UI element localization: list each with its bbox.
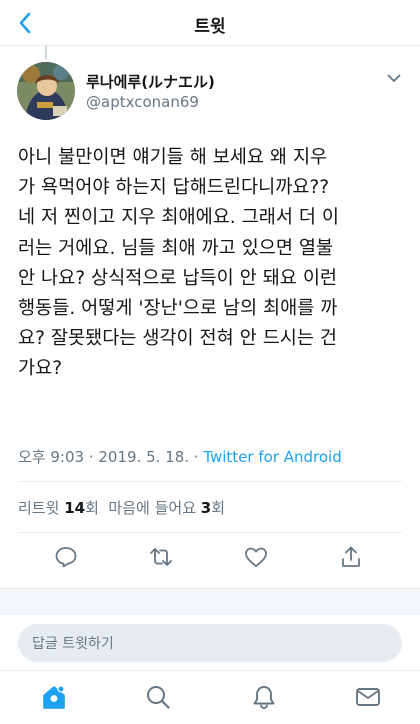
- retweet-icon: [150, 548, 172, 566]
- tweet-actions: [0, 538, 420, 576]
- page-title: 트윗: [194, 17, 226, 37]
- retweets-stat[interactable]: 리트윗 14회: [18, 499, 99, 517]
- author-handle[interactable]: @aptxconan69: [86, 93, 199, 111]
- section-gap: [0, 588, 420, 614]
- tweet-line: 가요?: [18, 358, 63, 380]
- reply-placeholder: 답글 트윗하기: [32, 636, 114, 652]
- reply-button[interactable]: [51, 543, 81, 571]
- divider: [18, 532, 402, 533]
- divider: [18, 481, 402, 482]
- tab-home[interactable]: [38, 681, 70, 713]
- home-icon: [43, 685, 65, 709]
- retweet-label: 리트윗: [18, 499, 60, 517]
- tweet-line: 안 나요? 상식적으로 납득이 안 돼요 이런: [18, 267, 338, 289]
- like-icon: [245, 547, 267, 567]
- top-bar: 트윗: [0, 0, 420, 46]
- tweet-source-link[interactable]: Twitter for Android: [203, 448, 341, 466]
- avatar[interactable]: [17, 62, 75, 120]
- reply-input[interactable]: 답글 트윗하기: [18, 624, 402, 662]
- tweet-line: 러는 거에요. 님들 최애 까고 있으면 열불: [18, 237, 334, 259]
- tweet-line: 아니 불만이면 얘기들 해 보세요 왜 지우: [18, 147, 328, 168]
- bottom-tab-bar: [0, 670, 420, 724]
- tab-search[interactable]: [142, 681, 174, 713]
- retweet-button[interactable]: [146, 543, 176, 571]
- tweet-line: 네 저 찐이고 지우 최애에요. 그래서 더 이: [18, 207, 339, 229]
- like-label: 마음에 들어요: [108, 499, 196, 517]
- retweet-unit: 회: [85, 499, 99, 517]
- tab-notifications[interactable]: [248, 681, 280, 713]
- author-display-name[interactable]: 루나에루(ルナエル): [86, 71, 215, 92]
- more-options-button[interactable]: [380, 66, 408, 90]
- tweet-line: 요? 잘못됐다는 생각이 전혀 안 드시는 건: [18, 328, 338, 350]
- chevron-down-icon: [387, 74, 401, 82]
- reply-icon: [55, 547, 77, 568]
- like-button[interactable]: [241, 543, 271, 571]
- tweet-meta: 오후 9:03 · 2019. 5. 18. · Twitter for And…: [18, 446, 342, 467]
- retweet-count: 14: [64, 499, 86, 517]
- tweet-line: 행동들. 어떻게 '장난'으로 남의 최애를 까: [18, 298, 338, 320]
- messages-icon: [356, 688, 380, 706]
- tweet-timestamp: 오후 9:03 · 2019. 5. 18. ·: [18, 448, 204, 466]
- tweet-stats: 리트윗 14회 마음에 들어요 3회: [18, 497, 225, 518]
- notifications-icon: [253, 686, 275, 709]
- thread-connector: [45, 46, 47, 60]
- tweet-text: 아니 불만이면 얘기들 해 보세요 왜 지우 가 욕먹어야 하는지 답해드린다니…: [18, 143, 410, 385]
- share-icon: [342, 546, 360, 567]
- share-button[interactable]: [336, 543, 366, 571]
- search-icon: [147, 686, 170, 709]
- like-unit: 회: [211, 499, 226, 517]
- like-count: 3: [200, 499, 212, 517]
- likes-stat[interactable]: 마음에 들어요 3회: [108, 499, 225, 517]
- tab-messages[interactable]: [352, 681, 384, 713]
- tweet-line: 가 욕먹어야 하는지 답해드린다니까요??: [18, 177, 330, 199]
